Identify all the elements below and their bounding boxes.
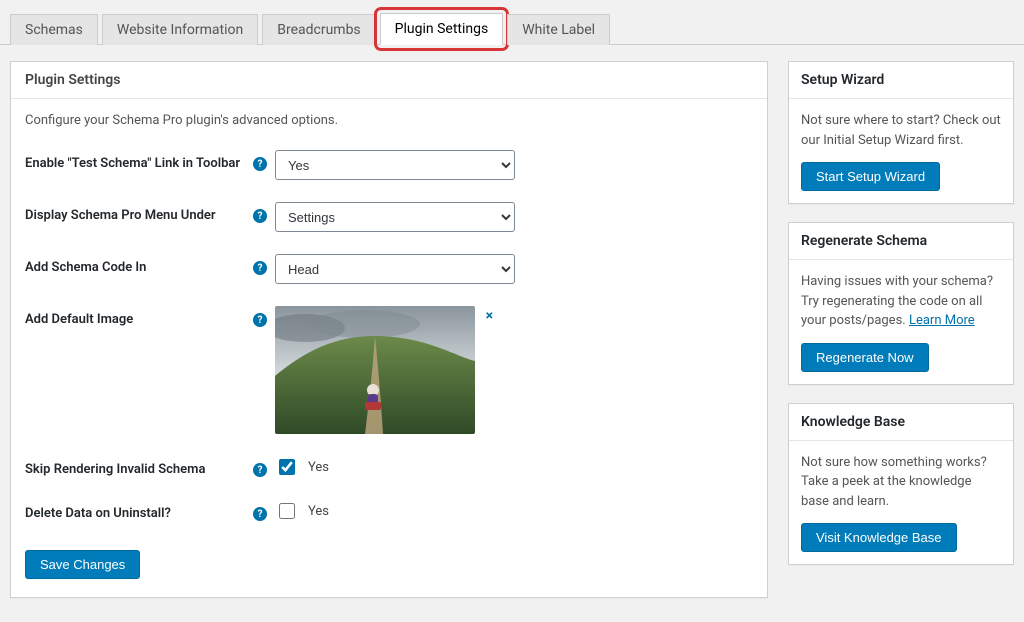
checkbox-label: Yes: [308, 504, 329, 519]
panel-title: Plugin Settings: [11, 62, 767, 99]
remove-image-icon[interactable]: ×: [486, 308, 493, 324]
label-add-code-in: Add Schema Code In ?: [25, 254, 275, 275]
tab-website-information[interactable]: Website Information: [102, 14, 258, 45]
help-icon[interactable]: ?: [253, 261, 267, 275]
help-icon[interactable]: ?: [253, 209, 267, 223]
select-enable-test-schema[interactable]: Yes: [275, 150, 515, 180]
card-title: Regenerate Schema: [789, 223, 1013, 260]
regenerate-now-button[interactable]: Regenerate Now: [801, 343, 929, 372]
card-knowledge-base: Knowledge Base Not sure how something wo…: [788, 403, 1014, 566]
checkbox-delete-on-uninstall[interactable]: [279, 503, 295, 519]
default-image-preview[interactable]: [275, 306, 475, 434]
tab-breadcrumbs[interactable]: Breadcrumbs: [262, 14, 375, 45]
label-default-image: Add Default Image ?: [25, 306, 275, 327]
help-icon[interactable]: ?: [253, 157, 267, 171]
tab-schemas[interactable]: Schemas: [10, 14, 98, 45]
settings-panel: Plugin Settings Configure your Schema Pr…: [10, 61, 768, 598]
select-display-menu-under[interactable]: Settings: [275, 202, 515, 232]
card-description: Not sure where to start? Check out our I…: [801, 111, 1001, 150]
card-title: Knowledge Base: [789, 404, 1013, 441]
card-description: Not sure how something works? Take a pee…: [801, 453, 1001, 512]
label-enable-test-schema: Enable "Test Schema" Link in Toolbar ?: [25, 150, 275, 171]
card-regenerate-schema: Regenerate Schema Having issues with you…: [788, 222, 1014, 385]
card-setup-wizard: Setup Wizard Not sure where to start? Ch…: [788, 61, 1014, 204]
panel-description: Configure your Schema Pro plugin's advan…: [25, 113, 753, 128]
nav-tabs: Schemas Website Information Breadcrumbs …: [0, 0, 1024, 45]
label-skip-invalid: Skip Rendering Invalid Schema ?: [25, 456, 275, 477]
label-delete-on-uninstall: Delete Data on Uninstall? ?: [25, 500, 275, 521]
label-display-menu-under: Display Schema Pro Menu Under ?: [25, 202, 275, 223]
select-add-code-in[interactable]: Head: [275, 254, 515, 284]
tab-plugin-settings[interactable]: Plugin Settings: [380, 13, 504, 45]
help-icon[interactable]: ?: [253, 507, 267, 521]
visit-knowledge-base-button[interactable]: Visit Knowledge Base: [801, 523, 957, 552]
card-description: Having issues with your schema? Try rege…: [801, 272, 1001, 331]
checkbox-skip-invalid[interactable]: [279, 459, 295, 475]
card-title: Setup Wizard: [789, 62, 1013, 99]
learn-more-link[interactable]: Learn More: [909, 313, 975, 328]
help-icon[interactable]: ?: [253, 313, 267, 327]
tab-white-label[interactable]: White Label: [507, 14, 610, 45]
start-setup-wizard-button[interactable]: Start Setup Wizard: [801, 162, 940, 191]
save-changes-button[interactable]: Save Changes: [25, 550, 140, 579]
help-icon[interactable]: ?: [253, 463, 267, 477]
checkbox-label: Yes: [308, 460, 329, 475]
